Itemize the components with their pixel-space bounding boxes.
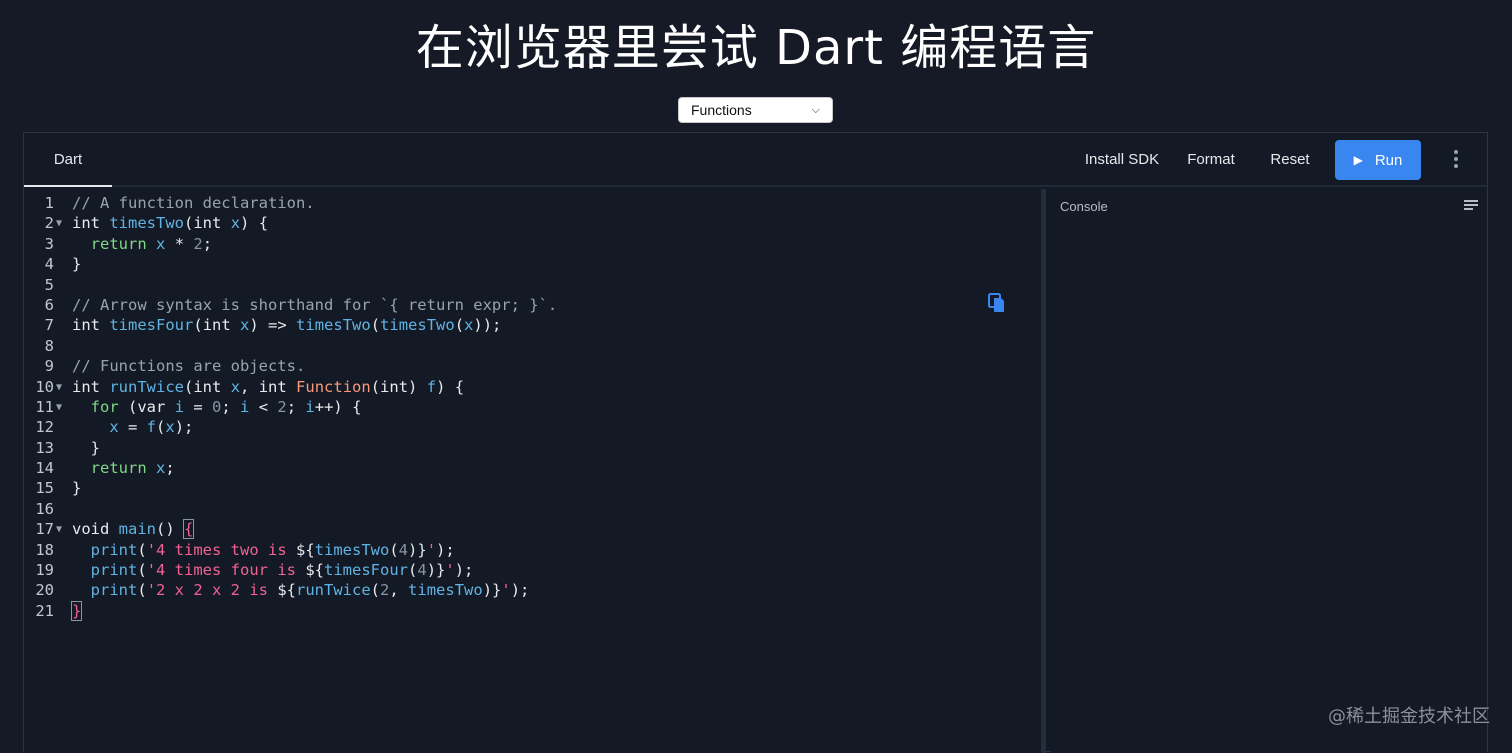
watermark: @稀土掘金技术社区	[1328, 706, 1490, 727]
line-number: 5	[44, 275, 54, 294]
line-number: 21	[35, 601, 54, 620]
code-text: print('4 times four is ${timesFour(4)}')…	[90, 561, 474, 580]
fold-arrow-icon[interactable]: ▼	[56, 398, 62, 418]
code-text: return x;	[90, 459, 175, 478]
line-number: 9	[44, 357, 54, 376]
clear-console-icon[interactable]	[1464, 198, 1478, 212]
code-text: // Functions are objects.	[72, 357, 306, 376]
line-number: 7	[44, 316, 54, 335]
code-text: int timesFour(int x) => timesTwo(timesTw…	[72, 316, 502, 335]
code-text: for (var i = 0; i < 2; i++) {	[90, 397, 362, 416]
reset-button[interactable]: Reset	[1262, 139, 1318, 179]
toolbar: Dart Install SDK Format Reset ▶ Run	[24, 133, 1487, 187]
line-number: 13	[35, 438, 54, 457]
console-pane: Console	[1051, 189, 1487, 753]
fold-arrow-icon[interactable]: ▼	[56, 378, 62, 398]
code-text: void main() {	[72, 519, 195, 540]
line-number: 19	[35, 561, 54, 580]
install-sdk-button[interactable]: Install SDK	[1074, 139, 1170, 179]
line-number: 16	[35, 499, 54, 518]
more-vert-icon[interactable]	[1444, 139, 1468, 179]
code-text: }	[72, 255, 82, 274]
fold-arrow-icon[interactable]: ▼	[56, 520, 62, 540]
code-text: int runTwice(int x, int Function(int) f)…	[72, 377, 465, 396]
line-number: 20	[35, 581, 54, 600]
line-number: 2	[44, 214, 54, 233]
code-editor[interactable]	[24, 189, 1046, 753]
code-text: return x * 2;	[90, 234, 213, 253]
line-number: 10	[35, 377, 54, 396]
tab-dart[interactable]: Dart	[24, 133, 112, 187]
sample-select-value: Functions	[691, 102, 752, 118]
line-number: 4	[44, 255, 54, 274]
run-button[interactable]: ▶ Run	[1335, 140, 1421, 180]
line-number: 11	[35, 397, 54, 416]
console-label: Console	[1060, 199, 1108, 214]
sample-select[interactable]: Functions ⌵	[678, 97, 833, 123]
line-number: 8	[44, 336, 54, 355]
code-text: // A function declaration.	[72, 194, 315, 212]
code-text: }	[72, 479, 82, 498]
format-button[interactable]: Format	[1179, 139, 1243, 179]
line-number: 12	[35, 418, 54, 437]
line-number: 14	[35, 459, 54, 478]
chevron-down-icon: ⌵	[811, 103, 820, 116]
page-title: 在浏览器里尝试 Dart 编程语言	[415, 20, 1097, 76]
copy-icon[interactable]	[988, 293, 1006, 313]
code-text: // Arrow syntax is shorthand for `{ retu…	[72, 295, 558, 314]
line-number: 1	[44, 194, 54, 212]
code-text: int timesTwo(int x) {	[72, 214, 269, 233]
play-icon: ▶	[1353, 153, 1363, 167]
code-text: print('4 times two is ${timesTwo(4)}');	[90, 540, 455, 559]
line-number: 17	[35, 520, 54, 539]
run-button-label: Run	[1374, 151, 1403, 169]
line-number: 6	[44, 295, 54, 314]
fold-arrow-icon[interactable]: ▼	[56, 214, 62, 234]
line-number: 3	[44, 234, 54, 253]
line-number: 18	[35, 540, 54, 559]
code-text: x = f(x);	[109, 418, 194, 437]
code-text: }	[72, 438, 100, 457]
line-number: 15	[35, 479, 54, 498]
code-text: print('2 x 2 x 2 is ${runTwice(2, timesT…	[90, 581, 530, 600]
code-text: }	[70, 600, 83, 621]
